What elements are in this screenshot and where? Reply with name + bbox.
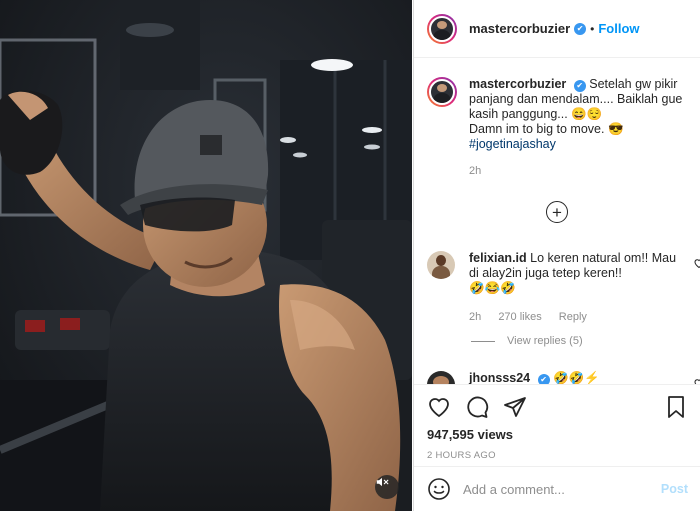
caption-time[interactable]: 2h [469,165,481,177]
heart-icon [429,398,449,418]
author-username[interactable]: mastercorbuzier [469,21,570,36]
replies-divider-line [471,340,495,342]
like-button[interactable] [427,395,451,419]
comment-button[interactable] [465,395,489,419]
emoji-icon [428,478,450,500]
comment-item: jhonsss24 ✔ 🤣🤣⚡ [427,371,700,384]
save-button[interactable] [664,395,688,422]
author-avatar[interactable] [427,13,457,44]
post-header: mastercorbuzier ✔ • Follow [414,0,700,58]
post-actions: 947,595 views 2 HOURS AGO [414,384,700,466]
view-count[interactable]: 947,595 views [427,427,688,442]
verified-badge-icon: ✔ [574,22,587,35]
caption-hashtag[interactable]: #jogetinajashay [469,137,684,152]
mute-toggle-button[interactable] [375,475,399,499]
add-comment-bar: Post [414,466,700,511]
verified-badge-icon: ✔ [573,80,586,92]
emoji-picker-button[interactable] [427,477,451,501]
comment-time[interactable]: 2h [469,311,481,323]
comment-username[interactable]: felixian.id [469,251,527,265]
comment-like-heart-icon[interactable] [693,377,700,384]
caption: mastercorbuzier ✔ Setelah gw pikir panja… [427,77,684,179]
post-timestamp[interactable]: 2 HOURS AGO [427,450,688,461]
commenter-avatar[interactable] [427,251,455,279]
caption-text-line2: Damn im to big to move. 😎 [469,122,624,136]
post-side-panel: mastercorbuzier ✔ • Follow mastercorbuzi… [413,0,700,511]
caption-username[interactable]: mastercorbuzier [469,77,566,91]
comment-emojis: 🤣😂🤣 [469,281,516,295]
caption-author-avatar[interactable] [427,77,457,107]
comment-username[interactable]: jhonsss24 [469,371,530,384]
post-comment-button[interactable]: Post [661,482,688,496]
comment-text: 🤣🤣⚡ [553,371,600,384]
load-more-comments-button[interactable]: + [546,201,568,223]
plus-circle-icon: + [552,202,562,222]
comment-icon [467,396,489,418]
comment-input[interactable] [463,481,661,497]
share-button[interactable] [503,395,527,419]
post-video[interactable] [0,0,412,511]
comment-item: felixian.id Lo keren natural om!! Mau di… [427,251,700,325]
commenter-avatar[interactable] [427,371,455,384]
separator-dot: • [590,21,595,36]
comment-reply-button[interactable]: Reply [559,311,587,323]
paper-plane-icon [504,397,526,417]
muted-speaker-icon [376,477,389,487]
bookmark-icon [668,396,684,418]
follow-button[interactable]: Follow [598,21,639,36]
view-replies-button[interactable]: View replies (5) [471,335,583,347]
comment-like-heart-icon[interactable] [693,257,700,269]
video-frame [0,0,412,511]
view-replies-label: View replies (5) [507,335,583,347]
comments-list[interactable]: mastercorbuzier ✔ Setelah gw pikir panja… [414,59,700,384]
comment-likes[interactable]: 270 likes [498,311,541,323]
verified-badge-icon: ✔ [537,374,550,384]
